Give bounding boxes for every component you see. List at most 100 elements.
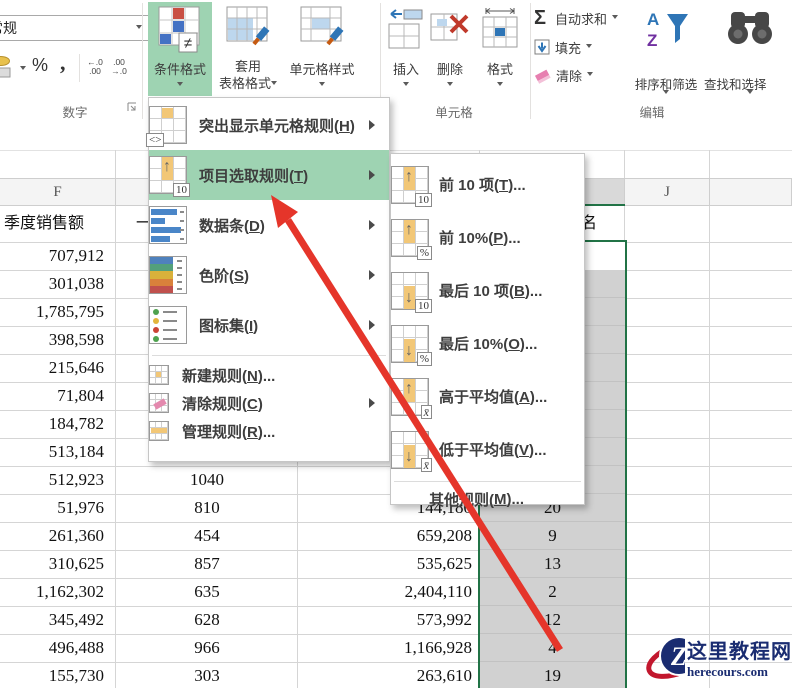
conditional-formatting-icon: ≠ [158, 6, 200, 53]
number-group-label: 数字 [62, 106, 88, 120]
increase-decimal-button[interactable]: ←.0 .00 [84, 58, 106, 76]
highlight-cells-icon: <> [146, 106, 187, 147]
cell-G12[interactable]: 810 [116, 494, 298, 522]
insert-cells-button[interactable]: 插入 [386, 2, 426, 96]
cell-I17[interactable]: 4 [480, 634, 625, 662]
cell-F15[interactable]: 1,162,302 [0, 578, 116, 606]
submenu-item-label: 最后 10 项(B)... [439, 283, 543, 300]
cell-H14[interactable]: 535,625 [298, 550, 480, 578]
menu-item-C[interactable]: 清除规则(C) [149, 389, 389, 417]
column-header-blank[interactable] [710, 179, 792, 205]
number-dialog-launcher-icon[interactable] [126, 101, 138, 113]
format-cells-button[interactable]: 格式 [476, 2, 524, 96]
menu-item-label: 色阶(S) [199, 267, 250, 285]
cell-F10[interactable]: 513,184 [0, 438, 116, 466]
submenu-item-more-rules[interactable]: 其他规则(M)... [391, 487, 584, 511]
decrease-decimal-button[interactable]: .00 →.0 [108, 58, 130, 76]
submenu-item-label: 最后 10%(O)... [439, 336, 538, 353]
chevron-down-icon [177, 82, 183, 89]
cell-I16[interactable]: 12 [480, 606, 625, 634]
menu-item-label: 项目选取规则(T) [199, 167, 309, 185]
cell-G11[interactable]: 1040 [116, 466, 298, 494]
cell-F5[interactable]: 1,785,795 [0, 298, 116, 326]
site-name: 这里教程网 [687, 640, 792, 663]
submenu-item-T[interactable]: ↑ 10 前 10 项(T)... [391, 158, 584, 211]
cell-G13[interactable]: 454 [116, 522, 298, 550]
delete-cells-button[interactable]: 删除 [428, 2, 472, 96]
cell-F2[interactable]: 季度销售额 [0, 206, 116, 242]
comma-style-button[interactable]: , [60, 50, 66, 76]
cell-F14[interactable]: 310,625 [0, 550, 116, 578]
submenu-item-V[interactable]: ↓ x̄ 低于平均值(V)... [391, 423, 584, 476]
cell-H15[interactable]: 2,404,110 [298, 578, 480, 606]
submenu-item-O[interactable]: ↓% 最后 10%(O)... [391, 317, 584, 370]
cell-G14[interactable]: 857 [116, 550, 298, 578]
submenu-arrow-icon [369, 120, 380, 130]
fill-down-icon [534, 39, 550, 54]
cell-styles-button[interactable]: 单元格样式 [282, 2, 362, 96]
menu-item-N[interactable]: 新建规则(N)... [149, 361, 389, 389]
percent-style-button[interactable]: % [32, 55, 48, 76]
column-header-J[interactable]: J [625, 179, 710, 205]
accounting-format-icon[interactable] [0, 53, 18, 81]
icon-sets-icon [149, 306, 187, 344]
accounting-format-caret[interactable] [20, 66, 26, 73]
cell-I15[interactable]: 2 [480, 578, 625, 606]
cell-G16[interactable]: 628 [116, 606, 298, 634]
submenu-item-B[interactable]: ↓ 10 最后 10 项(B)... [391, 264, 584, 317]
cell-G18[interactable]: 303 [116, 662, 298, 688]
site-logo-icon: Z [646, 636, 685, 679]
menu-item-S[interactable]: 色阶(S) [149, 250, 389, 300]
delete-label: 删除 [436, 62, 463, 77]
menu-item-T[interactable]: ↑ 10 项目选取规则(T) [149, 150, 389, 200]
cell-F13[interactable]: 261,360 [0, 522, 116, 550]
submenu-item-A[interactable]: ↑ x̄ 高于平均值(A)... [391, 370, 584, 423]
cell-H13[interactable]: 659,208 [298, 522, 480, 550]
svg-text:Z: Z [647, 31, 657, 50]
menu-item-label: 管理规则(R)... [182, 423, 276, 441]
sigma-icon: Σ [534, 6, 547, 29]
cell-H17[interactable]: 1,166,928 [298, 634, 480, 662]
cell-F18[interactable]: 155,730 [0, 662, 116, 688]
menu-item-H[interactable]: <> 突出显示单元格规则(H) [146, 100, 389, 150]
format-as-table-button[interactable]: 套用 表格格式 [216, 2, 280, 96]
cell-H16[interactable]: 573,992 [298, 606, 480, 634]
clear-button[interactable]: 清除 [534, 64, 594, 86]
cell-styles-icon [300, 6, 344, 46]
conditional-formatting-menu: <> 突出显示单元格规则(H) ↑ 10 项目选取规则(T) 数据条(D) 色阶(S) 图标集… [146, 97, 390, 462]
submenu-item-P[interactable]: ↑% 前 10%(P)... [391, 211, 584, 264]
column-header-F[interactable]: F [0, 179, 116, 205]
menu-item-R[interactable]: 管理规则(R)... [149, 417, 389, 445]
sort-filter-button[interactable]: A Z 排序和筛选 [626, 2, 706, 100]
cell-F7[interactable]: 215,646 [0, 354, 116, 382]
cell-H18[interactable]: 263,610 [298, 662, 480, 688]
autosum-button[interactable]: Σ 自动求和 [534, 6, 619, 29]
cell-F12[interactable]: 51,976 [0, 494, 116, 522]
cell-F9[interactable]: 184,782 [0, 410, 116, 438]
cell-F4[interactable]: 301,038 [0, 270, 116, 298]
badge: x̄ [420, 404, 432, 419]
grid-line [709, 150, 710, 688]
cell-I18[interactable]: 19 [480, 662, 625, 688]
chevron-down-icon [586, 43, 593, 51]
cell-F11[interactable]: 512,923 [0, 466, 116, 494]
cell-F16[interactable]: 345,492 [0, 606, 116, 634]
badge: 10 [415, 192, 432, 207]
cell-I14[interactable]: 13 [480, 550, 625, 578]
cell-I13[interactable]: 9 [480, 522, 625, 550]
cell-F8[interactable]: 71,804 [0, 382, 116, 410]
cell-F3[interactable]: 707,912 [0, 242, 116, 270]
cell-G15[interactable]: 635 [116, 578, 298, 606]
group-divider [142, 3, 143, 119]
menu-item-D[interactable]: 数据条(D) [149, 200, 389, 250]
cell-F17[interactable]: 496,488 [0, 634, 116, 662]
cell-F6[interactable]: 398,598 [0, 326, 116, 354]
menu-item-I[interactable]: 图标集(I) [149, 300, 389, 350]
up10-icon: ↑ 10 [149, 156, 190, 197]
fill-button[interactable]: 填充 [534, 36, 593, 58]
cell-G17[interactable]: 966 [116, 634, 298, 662]
number-format-combobox[interactable]: 常规 [0, 15, 149, 41]
submenu-arrow-icon [369, 320, 380, 330]
conditional-formatting-button[interactable]: ≠ 条件格式 [148, 2, 212, 96]
find-select-button[interactable]: 查找和选择 [704, 2, 792, 100]
